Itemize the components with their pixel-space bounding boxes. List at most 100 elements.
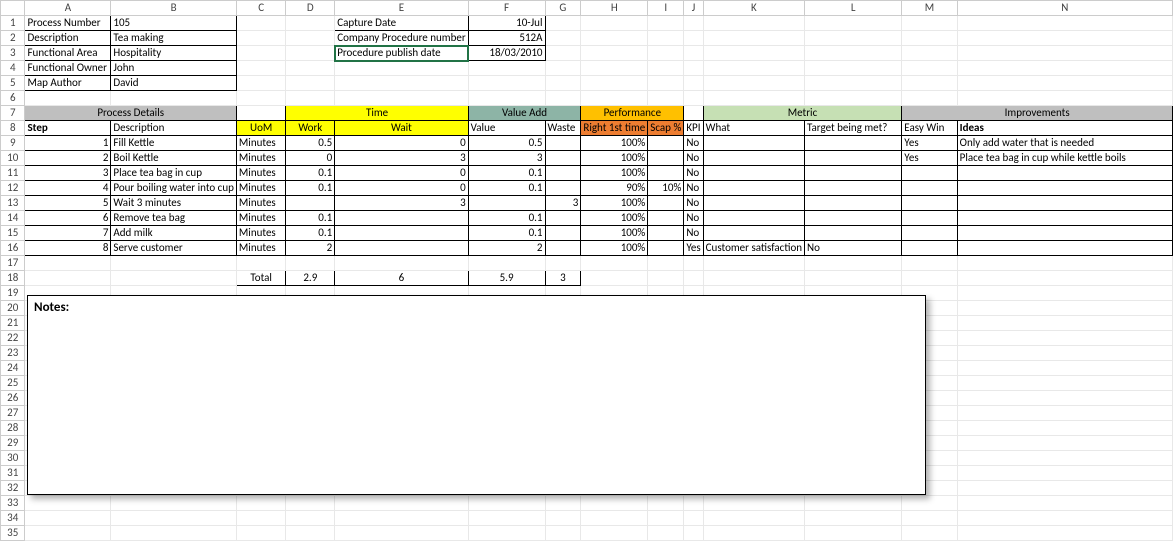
meta-value[interactable]: 18/03/2010 [468, 46, 545, 61]
meta-label[interactable]: Capture Date [335, 16, 468, 31]
step-uom[interactable]: Minutes [236, 211, 286, 226]
group-time[interactable]: Time [286, 106, 468, 121]
cell[interactable] [286, 16, 335, 31]
meta-value[interactable]: 512A [468, 31, 545, 46]
cell[interactable] [468, 526, 545, 541]
cell[interactable] [957, 406, 1172, 421]
col-header-L[interactable]: L [805, 1, 902, 16]
h-value[interactable]: Value [468, 121, 545, 136]
step-kpi[interactable]: No [684, 181, 703, 196]
meta-value[interactable]: Hospitality [111, 46, 237, 61]
cell[interactable] [957, 271, 1172, 286]
total-wait[interactable]: 6 [335, 271, 468, 286]
cell[interactable] [236, 91, 286, 106]
step-desc[interactable]: Pour boiling water into cup [111, 181, 237, 196]
cell[interactable] [111, 91, 237, 106]
cell[interactable] [545, 76, 581, 91]
cell[interactable] [236, 526, 286, 541]
step-waste[interactable] [545, 226, 581, 241]
meta-value[interactable]: Tea making [111, 31, 237, 46]
row-header-15[interactable]: 15 [1, 226, 25, 241]
cell[interactable] [703, 61, 804, 76]
step-wait[interactable]: 0 [335, 136, 468, 151]
row-header-3[interactable]: 3 [1, 46, 25, 61]
cell[interactable] [957, 286, 1172, 301]
cell[interactable] [545, 31, 581, 46]
cell[interactable] [111, 511, 237, 526]
cell[interactable] [335, 61, 468, 76]
meta-label[interactable]: Description [25, 31, 111, 46]
step-value[interactable]: 0.1 [468, 211, 545, 226]
col-header-K[interactable]: K [703, 1, 804, 16]
cell[interactable] [468, 76, 545, 91]
cell[interactable] [902, 496, 957, 511]
cell[interactable] [545, 46, 581, 61]
h-ideas[interactable]: Ideas [957, 121, 1172, 136]
cell[interactable] [957, 361, 1172, 376]
step-kpi[interactable]: No [684, 211, 703, 226]
cell[interactable] [468, 256, 545, 271]
meta-label[interactable]: Process Number [25, 16, 111, 31]
step-what[interactable] [703, 211, 804, 226]
row-header-30[interactable]: 30 [1, 451, 25, 466]
cell[interactable] [545, 526, 581, 541]
cell[interactable] [684, 61, 703, 76]
row-header-11[interactable]: 11 [1, 166, 25, 181]
step-desc[interactable]: Fill Kettle [111, 136, 237, 151]
step-work[interactable]: 0.5 [286, 136, 335, 151]
step-what[interactable] [703, 151, 804, 166]
step-waste[interactable] [545, 181, 581, 196]
cell[interactable] [545, 496, 581, 511]
cell[interactable] [703, 76, 804, 91]
step-scap[interactable] [648, 226, 684, 241]
cell[interactable] [286, 526, 335, 541]
total-value[interactable]: 5.9 [468, 271, 545, 286]
cell[interactable] [25, 256, 111, 271]
cell[interactable] [236, 61, 286, 76]
cell[interactable] [957, 421, 1172, 436]
step-waste[interactable]: 3 [545, 196, 581, 211]
cell[interactable] [957, 466, 1172, 481]
cell[interactable] [468, 61, 545, 76]
cell[interactable] [468, 91, 545, 106]
step-waste[interactable] [545, 166, 581, 181]
cell[interactable] [684, 526, 703, 541]
step-easy[interactable] [902, 241, 957, 256]
cell[interactable] [545, 16, 581, 31]
row-header-33[interactable]: 33 [1, 496, 25, 511]
col-header-D[interactable]: D [286, 1, 335, 16]
row-header-4[interactable]: 4 [1, 61, 25, 76]
cell[interactable] [957, 316, 1172, 331]
cell[interactable] [25, 511, 111, 526]
step-value[interactable]: 0.1 [468, 226, 545, 241]
cell[interactable] [902, 61, 957, 76]
row-header-31[interactable]: 31 [1, 466, 25, 481]
row-header-34[interactable]: 34 [1, 511, 25, 526]
h-kpi[interactable]: KPI [684, 121, 703, 136]
cell[interactable] [902, 31, 957, 46]
h-work[interactable]: Work [286, 121, 335, 136]
group-perf[interactable]: Performance [581, 106, 684, 121]
step-kpi[interactable]: No [684, 151, 703, 166]
notes-box[interactable]: Notes: [27, 295, 926, 495]
row-header-2[interactable]: 2 [1, 31, 25, 46]
meta-label[interactable]: Procedure publish date [335, 46, 468, 61]
cell[interactable] [335, 91, 468, 106]
step-scap[interactable] [648, 196, 684, 211]
cell[interactable] [581, 526, 648, 541]
row-header-28[interactable]: 28 [1, 421, 25, 436]
step-uom[interactable]: Minutes [236, 196, 286, 211]
step-right[interactable]: 100% [581, 241, 648, 256]
step-ideas[interactable]: Only add water that is needed [957, 136, 1172, 151]
step-kpi[interactable]: Yes [684, 241, 703, 256]
cell[interactable] [648, 31, 684, 46]
cell[interactable] [581, 16, 648, 31]
step-kpi[interactable]: No [684, 196, 703, 211]
meta-label[interactable]: Map Author [25, 76, 111, 91]
cell[interactable] [703, 496, 804, 511]
cell[interactable] [236, 511, 286, 526]
cell[interactable] [902, 91, 957, 106]
step-scap[interactable]: 10% [648, 181, 684, 196]
h-wait[interactable]: Wait [335, 121, 468, 136]
meta-value[interactable]: David [111, 76, 237, 91]
